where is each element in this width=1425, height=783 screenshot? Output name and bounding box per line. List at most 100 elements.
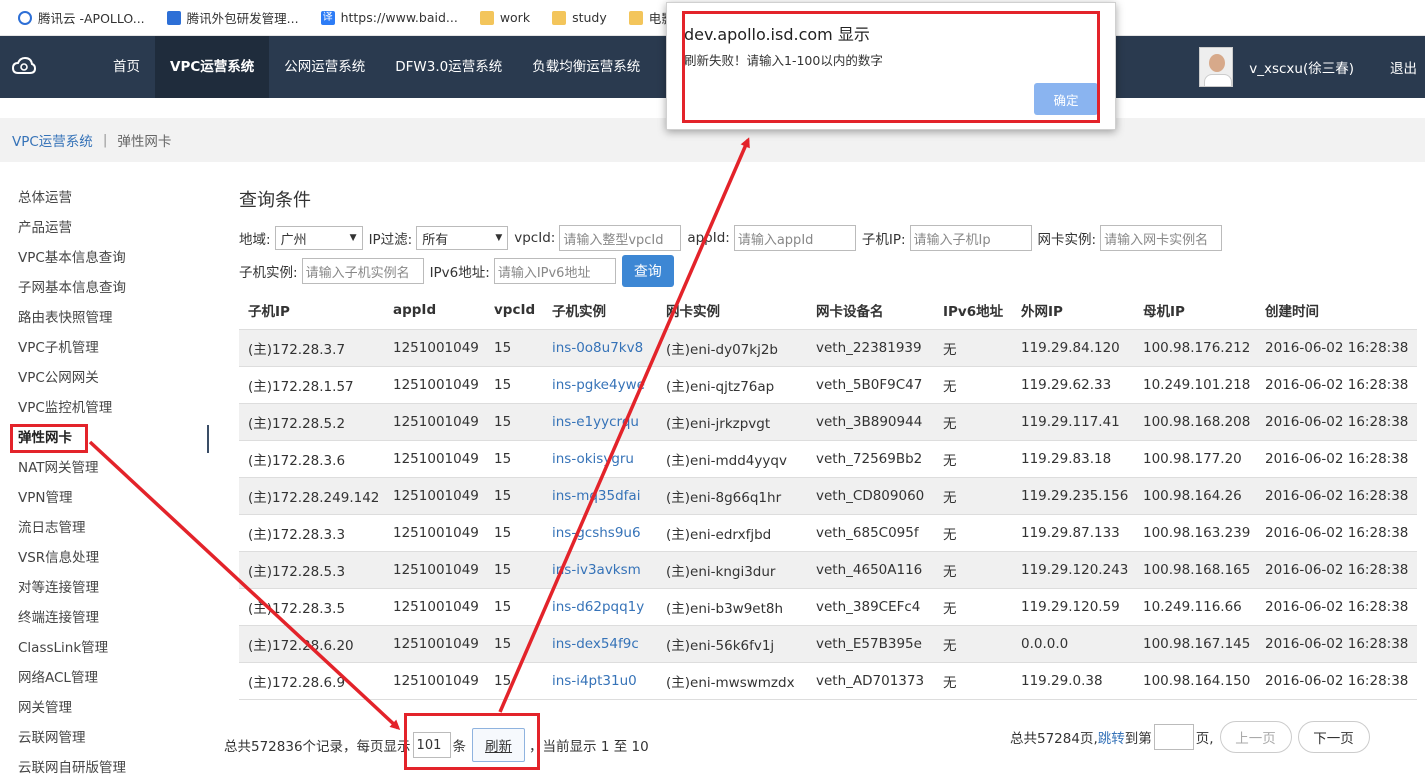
page-number-input[interactable] [1153, 724, 1194, 750]
sidebar-item-route-snapshot[interactable]: 路由表快照管理 [0, 303, 210, 333]
cloud-logo-svg [12, 57, 36, 74]
table-cell[interactable]: ins-0o8u7kv8 [543, 329, 657, 367]
sidebar: 总体运营 产品运营 VPC基本信息查询 子网基本信息查询 路由表快照管理 VPC… [0, 183, 210, 783]
search-button[interactable]: 查询 [621, 255, 674, 287]
table-cell: (主)eni-qjtz76ap [657, 366, 807, 404]
username[interactable]: v_xscxu(徐三春) [1249, 57, 1354, 77]
ipv6-label: IPv6地址: [429, 265, 490, 281]
col-header: 网卡实例 [657, 292, 807, 330]
table-cell[interactable]: ins-mq35dfai [543, 477, 657, 515]
col-header: vpcId [485, 292, 543, 330]
annotation-highlight-dialog [682, 11, 1100, 123]
logout-link[interactable]: 退出 [1390, 57, 1417, 77]
bookmark-item[interactable]: 腾讯云 -APOLLO... [10, 8, 153, 27]
nav-public-network[interactable]: 公网运营系统 [269, 36, 380, 98]
table-row: (主)172.28.6.20 1251001049 15 ins-dex54f9c (主… [239, 625, 1417, 663]
filter-row-1: 地域: 广州 ▼ IP过滤: 所有 ▼ vpcId: 请输入整型vpcId appI… [239, 224, 1419, 252]
sidebar-item-gateway[interactable]: 网关管理 [0, 693, 210, 723]
subip-input[interactable]: 请输入子机Ip [909, 225, 1032, 251]
eni-input[interactable]: 请输入网卡实例名 [1100, 225, 1223, 251]
table-cell: 2016-06-02 16:28:38 [1256, 588, 1417, 626]
table-cell: 无 [934, 477, 1012, 515]
col-header: 创建时间 [1256, 292, 1417, 330]
sidebar-item-subnet-info[interactable]: 子网基本信息查询 [0, 273, 210, 303]
table-cell: 无 [934, 403, 1012, 441]
table-cell: 1251001049 [384, 366, 485, 404]
sidebar-item-vpc-info[interactable]: VPC基本信息查询 [0, 243, 210, 273]
bookmark-folder-study[interactable]: study [544, 10, 615, 25]
table-cell: 100.98.163.239 [1134, 514, 1256, 552]
table-cell: 无 [934, 514, 1012, 552]
table-cell: (主)172.28.6.9 [239, 662, 384, 700]
sidebar-item-vpn[interactable]: VPN管理 [0, 483, 210, 513]
table-cell: 无 [934, 329, 1012, 367]
avatar[interactable] [1199, 47, 1234, 87]
region-select[interactable]: 广州 ▼ [274, 226, 363, 250]
bookmark-item[interactable]: 译 https://www.baid... [313, 10, 466, 25]
table-cell[interactable]: ins-dex54f9c [543, 625, 657, 663]
sidebar-item-product[interactable]: 产品运营 [0, 213, 210, 243]
next-page-button[interactable]: 下一页 [1297, 721, 1370, 753]
sidebar-item-flowlog[interactable]: 流日志管理 [0, 513, 210, 543]
cloud-logo-icon[interactable] [0, 36, 48, 98]
sidebar-item-ccn-self[interactable]: 云联网自研版管理 [0, 753, 210, 783]
ipfilter-select[interactable]: 所有 ▼ [416, 226, 509, 250]
table-row: (主)172.28.5.2 1251001049 15 ins-e1yycrqu (主)… [239, 403, 1417, 441]
jump-link[interactable]: 跳转 [1098, 727, 1125, 747]
sidebar-item-vsr[interactable]: VSR信息处理 [0, 543, 210, 573]
sidebar-item-vpc-monitor[interactable]: VPC监控机管理 [0, 393, 210, 423]
sidebar-item-classlink[interactable]: ClassLink管理 [0, 633, 210, 663]
table-cell: (主)eni-edrxfjbd [657, 514, 807, 552]
table-cell[interactable]: ins-pgke4ywe [543, 366, 657, 404]
table-cell: 100.98.168.208 [1134, 403, 1256, 441]
table-cell[interactable]: ins-e1yycrqu [543, 403, 657, 441]
table-cell: 0.0.0.0 [1012, 625, 1134, 663]
nav-dfw[interactable]: DFW3.0运营系统 [380, 36, 517, 98]
table-cell[interactable]: ins-iv3avksm [543, 551, 657, 589]
sidebar-item-vpc-gateway[interactable]: VPC公网网关 [0, 363, 210, 393]
table-cell: 无 [934, 662, 1012, 700]
breadcrumb-root[interactable]: VPC运营系统 [12, 130, 93, 150]
col-header: 子机实例 [543, 292, 657, 330]
sidebar-item-nat[interactable]: NAT网关管理 [0, 453, 210, 483]
eni-table: 子机IP appId vpcId 子机实例 网卡实例 网卡设备名 IPv6地址 … [239, 292, 1417, 700]
bookmark-item[interactable]: 腾讯外包研发管理... [159, 8, 307, 27]
table-row: (主)172.28.5.3 1251001049 15 ins-iv3avksm (主)… [239, 551, 1417, 589]
sidebar-item-acl[interactable]: 网络ACL管理 [0, 663, 210, 693]
sidebar-item-ccn[interactable]: 云联网管理 [0, 723, 210, 753]
sidebar-item-endpoint[interactable]: 终端连接管理 [0, 603, 210, 633]
nav-home[interactable]: 首页 [98, 36, 155, 98]
sidebar-item-peering[interactable]: 对等连接管理 [0, 573, 210, 603]
table-cell: 2016-06-02 16:28:38 [1256, 366, 1417, 404]
vpcid-label: vpcId: [514, 230, 556, 246]
nav-vpc[interactable]: VPC运营系统 [155, 36, 270, 98]
table-cell: 1251001049 [384, 403, 485, 441]
table-cell: 100.98.177.20 [1134, 440, 1256, 478]
table-cell[interactable]: ins-d62pqq1y [543, 588, 657, 626]
subins-input[interactable]: 请输入子机实例名 [301, 258, 424, 284]
breadcrumb-current: 弹性网卡 [117, 134, 172, 150]
col-header: 外网IP [1012, 292, 1134, 330]
nav-load-balancer[interactable]: 负载均衡运营系统 [517, 36, 655, 98]
table-row: (主)172.28.3.5 1251001049 15 ins-d62pqq1y (主)… [239, 588, 1417, 626]
chevron-down-icon: ▼ [495, 233, 503, 243]
table-cell: 15 [485, 588, 543, 626]
table-cell: 10.249.116.66 [1134, 588, 1256, 626]
table-cell: 15 [485, 329, 543, 367]
table-cell: veth_E57B395e [807, 625, 934, 663]
table-cell: (主)172.28.249.142 [239, 477, 384, 515]
table-cell: 100.98.167.145 [1134, 625, 1256, 663]
sidebar-item-vpc-vm[interactable]: VPC子机管理 [0, 333, 210, 363]
table-cell[interactable]: ins-okisygru [543, 440, 657, 478]
sidebar-item-overall[interactable]: 总体运营 [0, 183, 210, 213]
table-cell[interactable]: ins-i4pt31u0 [543, 662, 657, 700]
table-cell: 1251001049 [384, 662, 485, 700]
ipv6-input[interactable]: 请输入IPv6地址 [493, 258, 616, 284]
vpcid-input[interactable]: 请输入整型vpcId [559, 225, 682, 251]
total-records-text: 总共572836个记录，每页显示 [224, 739, 411, 755]
bookmark-folder-work[interactable]: work [472, 10, 538, 25]
prev-page-button[interactable]: 上一页 [1219, 721, 1292, 753]
table-cell: veth_5B0F9C47 [807, 366, 934, 404]
table-cell[interactable]: ins-gcshs9u6 [543, 514, 657, 552]
appid-input[interactable]: 请输入appId [733, 225, 856, 251]
